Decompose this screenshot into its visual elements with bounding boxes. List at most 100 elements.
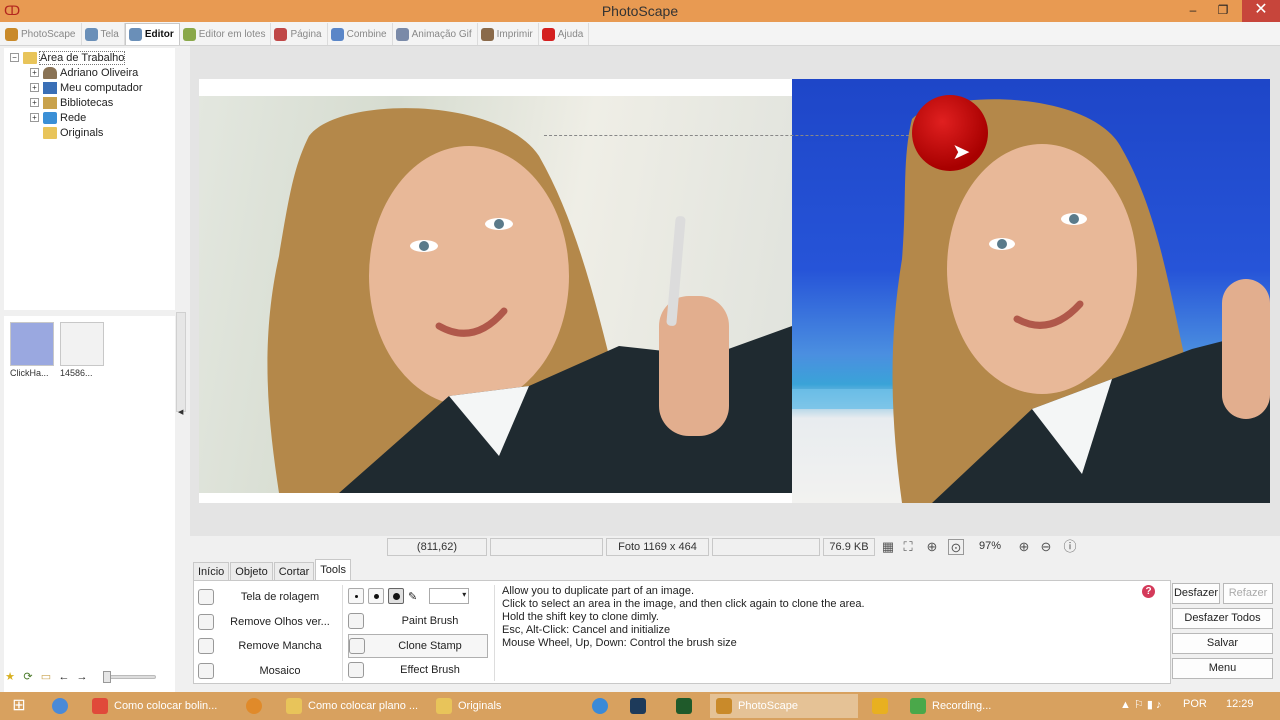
pencil-icon[interactable]: ✎ — [408, 590, 417, 603]
close-button[interactable]: ✕ — [1242, 0, 1280, 22]
tree-item-label: Meu computador — [60, 81, 143, 94]
menu-button[interactable]: Menu — [1172, 658, 1273, 679]
taskbar-item[interactable]: Originals — [430, 694, 580, 718]
info-icon[interactable]: ⓘ — [1062, 539, 1078, 555]
taskbar-item[interactable]: PhotoScape — [710, 694, 858, 718]
tree-item[interactable]: + Meu computador — [4, 80, 175, 95]
tool-effect-brush[interactable]: Effect Brush — [348, 658, 488, 683]
image-frame[interactable]: ➤ — [199, 79, 1270, 503]
tool-label: Remove Mancha — [238, 640, 322, 653]
image-canvas-area[interactable]: ➤ — [190, 46, 1280, 536]
tree-item[interactable]: + Adriano Oliveira — [4, 65, 175, 80]
app-icon-green[interactable] — [676, 698, 692, 714]
tree-item[interactable]: − Área de Trabalho — [4, 50, 175, 65]
slider-thumb[interactable] — [103, 671, 111, 683]
tab-label: PhotoScape — [21, 28, 76, 40]
tool-clone-stamp[interactable]: Clone Stamp — [348, 633, 488, 658]
save-button[interactable]: Salvar — [1172, 633, 1273, 654]
tool-remove-olhos-ver[interactable]: Remove Olhos ver... — [198, 610, 338, 635]
photo-original[interactable] — [199, 96, 792, 493]
thumbnail-panel: ClickHa... 14586... — [4, 316, 175, 692]
tab-label: Combine — [346, 28, 387, 40]
tab-tela[interactable]: Tela — [82, 23, 125, 45]
app-icon-blue[interactable] — [592, 698, 608, 714]
tab-ajuda[interactable]: Ajuda — [539, 23, 590, 45]
refresh-icon[interactable]: ⟳ — [22, 671, 34, 683]
undo-all-button[interactable]: Desfazer Todos — [1172, 608, 1273, 629]
tree-item[interactable]: Originals — [4, 125, 175, 140]
tab-editor-em-lotes[interactable]: Editor em lotes — [180, 23, 272, 45]
language-indicator[interactable]: POR — [1183, 698, 1207, 710]
folder-tree[interactable]: − Área de Trabalho + Adriano Oliveira + Meu c… — [4, 48, 175, 310]
star-icon[interactable]: ★ — [4, 671, 16, 683]
tree-expander[interactable]: − — [10, 53, 19, 62]
zoom-actual-icon[interactable]: ⊕ — [924, 539, 940, 555]
divider — [342, 585, 343, 681]
subtab-objeto[interactable]: Objeto — [230, 562, 273, 581]
undo-button[interactable]: Desfazer — [1172, 583, 1220, 604]
subtab-in-cio[interactable]: Início — [193, 562, 230, 581]
help-line: Esc, Alt-Click: Cancel and initialize — [502, 624, 671, 636]
app-icon-yellow[interactable] — [872, 698, 888, 714]
thumbnail-image[interactable] — [10, 322, 54, 366]
clone-stamp-cursor — [912, 95, 988, 171]
tree-expander[interactable]: + — [30, 113, 39, 122]
tool-tela-de-rolagem[interactable]: Tela de rolagem — [198, 585, 338, 610]
tree-expander[interactable]: + — [30, 83, 39, 92]
fit-to-window-icon[interactable]: ⛶ — [900, 539, 916, 555]
photoshop-icon[interactable] — [630, 698, 646, 714]
brush-size-large[interactable] — [388, 588, 404, 604]
tray-icons[interactable]: ▲ ⚐ ▮ ♪ — [1120, 698, 1161, 711]
thumbnail-image[interactable] — [60, 322, 104, 366]
brush-size-small[interactable] — [348, 588, 364, 604]
tab-p-gina[interactable]: Página — [271, 23, 328, 45]
tree-expander[interactable]: + — [30, 98, 39, 107]
tools-box: Tela de rolagem Remove Olhos ver... Remove… — [193, 580, 1171, 684]
tree-item[interactable]: + Bibliotecas — [4, 95, 175, 110]
taskbar-item[interactable]: Como colocar bolin... — [86, 694, 246, 718]
zoom-out-icon[interactable]: ⊖ — [1038, 539, 1054, 555]
taskbar-item[interactable]: Como colocar plano ... — [280, 694, 430, 718]
tool-remove-mancha[interactable]: Remove Mancha — [198, 634, 338, 659]
user-folder-icon — [43, 66, 57, 79]
tab-imprimir[interactable]: Imprimir — [478, 23, 539, 45]
tab-anima-o-gif[interactable]: Animação Gif — [393, 23, 478, 45]
windows-taskbar: ⊞ Como colocar bolin... Como colocar plan… — [0, 692, 1280, 720]
transparency-grid-icon[interactable]: ▦ — [880, 539, 896, 555]
clock[interactable]: 12:29 — [1226, 698, 1254, 710]
thumbnail-size-slider[interactable] — [103, 671, 156, 683]
collapse-panel-arrow[interactable]: ◀ — [178, 408, 183, 416]
tool-label: Tela de rolagem — [240, 591, 320, 604]
zoom-fit-icon[interactable]: ⊙ — [948, 539, 964, 555]
tab-photoscape[interactable]: PhotoScape — [2, 23, 82, 45]
redo-button[interactable]: Refazer — [1223, 583, 1273, 604]
start-button[interactable]: ⊞ — [0, 692, 38, 720]
back-arrow-icon[interactable]: ← — [58, 671, 70, 683]
tree-expander[interactable]: + — [30, 68, 39, 77]
tool-mosaico[interactable]: Mosaico — [198, 659, 338, 684]
brush-size-medium[interactable] — [368, 588, 384, 604]
taskbar-item-label: Como colocar bolin... — [114, 700, 218, 712]
tool-paint-brush[interactable]: Paint Brush — [348, 609, 488, 634]
photo-beach-composite[interactable] — [792, 79, 1270, 503]
subtab-tools[interactable]: Tools — [315, 559, 351, 581]
tree-item[interactable]: + Rede — [4, 110, 175, 125]
tab-combine[interactable]: Combine — [328, 23, 393, 45]
subtab-cortar[interactable]: Cortar — [273, 562, 315, 581]
taskbar-item[interactable]: Recording... — [904, 694, 1064, 718]
help-question-icon[interactable]: ? — [1142, 585, 1155, 598]
restore-button[interactable]: ❐ — [1208, 0, 1238, 22]
minimize-button[interactable]: – — [1178, 0, 1208, 22]
open-folder-icon[interactable]: ▭ — [40, 671, 52, 683]
ie-icon[interactable] — [52, 698, 68, 714]
zoom-in-icon[interactable]: ⊕ — [1016, 539, 1032, 555]
tab-editor[interactable]: Editor — [124, 23, 180, 45]
recorder-icon — [910, 698, 926, 714]
mosaic-icon — [198, 662, 214, 679]
splitter-handle[interactable] — [176, 312, 186, 412]
tree-item-label: Área de Trabalho — [38, 50, 126, 65]
forward-arrow-icon[interactable]: → — [76, 671, 88, 683]
firefox-icon[interactable] — [246, 698, 262, 714]
tools-column-1: Tela de rolagem Remove Olhos ver... Remove… — [198, 585, 338, 683]
brush-size-dropdown[interactable]: ▾ — [429, 588, 470, 604]
